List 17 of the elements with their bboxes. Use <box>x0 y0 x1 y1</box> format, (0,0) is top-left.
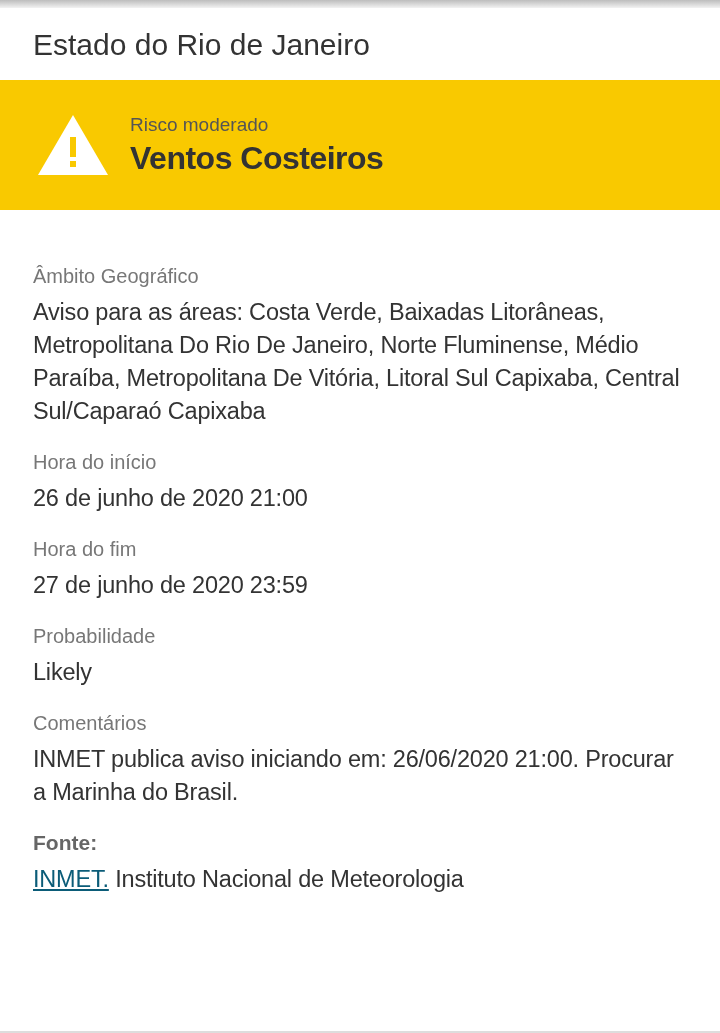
page-title: Estado do Rio de Janeiro <box>32 27 371 63</box>
warning-icon <box>36 113 110 177</box>
field-value: Likely <box>33 658 93 687</box>
field-label: Probabilidade <box>33 624 157 649</box>
source-link[interactable]: INMET. <box>33 866 109 892</box>
risk-level: Risco moderado <box>130 113 270 136</box>
field-label: Hora do início <box>33 450 158 475</box>
field-label: Hora do fim <box>33 537 138 562</box>
field-label: Fonte: <box>33 830 99 856</box>
field-value: Aviso para as áreas: Costa Verde, Baixadas Litorâneas, Metropolitana Do Rio De Janeiro, Norte Fluminense, Médio Paraíba, Metropolitana De Vitória, Litoral Sul Capixaba, Central Sul/Caparaó Capixaba <box>33 298 681 426</box>
field-value: 27 de junho de 2020 23:59 <box>33 571 309 600</box>
field-value: 26 de junho de 2020 21:00 <box>33 484 309 513</box>
source-text: INMET. Instituto Nacional de Meteorologia <box>33 865 465 894</box>
field-label: Comentários <box>33 711 148 736</box>
field-label: Âmbito Geográfico <box>33 264 200 289</box>
alert-title: Ventos Costeiros <box>130 139 384 177</box>
field-value: INMET publica aviso iniciando em: 26/06/2020 21:00. Procurar a Marinha do Brasil. <box>33 745 675 807</box>
